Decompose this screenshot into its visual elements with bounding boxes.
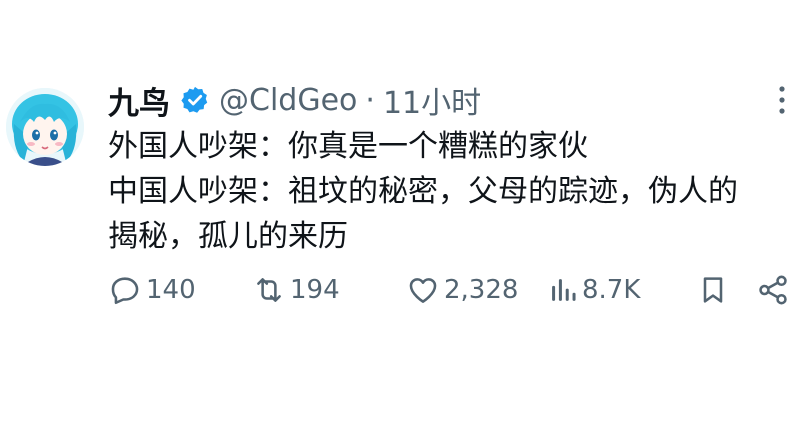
tweet-text-line: 中国人吵架：祖坟的秘密，父母的踪迹，伪人的 [108,174,738,209]
bookmark-icon [703,277,723,303]
avatar[interactable] [6,88,84,166]
heart-icon [409,278,437,303]
action-bar: 140 194 2,328 8.7K [0,268,800,312]
share-button[interactable] [756,268,790,312]
reply-button[interactable]: 140 [108,268,196,312]
retweet-button[interactable]: 194 [252,268,340,312]
tweet-header: 九鸟 @CldGeo · 11小时 [108,78,481,122]
reply-count: 140 [146,275,196,305]
views-button[interactable]: 8.7K [548,268,640,312]
views-icon [552,279,576,301]
tweet-text: 外国人吵架：你真是一个糟糕的家伙 中国人吵架：祖坟的秘密，父母的踪迹，伪人的 揭… [108,124,788,259]
more-vertical-icon[interactable] [772,83,792,117]
share-icon [759,275,787,305]
retweet-count: 194 [290,275,340,305]
views-count: 8.7K [582,275,641,305]
like-button[interactable]: 2,328 [406,268,518,312]
author-handle[interactable]: @CldGeo [219,83,357,118]
post-time[interactable]: 11小时 [383,78,481,122]
tweet-text-line: 揭秘，孤儿的来历 [108,219,348,254]
reply-icon [111,277,139,305]
author-display-name[interactable]: 九鸟 [108,78,170,123]
tweet-text-line: 外国人吵架：你真是一个糟糕的家伙 [108,129,588,164]
tweet-card: 九鸟 @CldGeo · 11小时 外国人吵架：你真是一个糟糕的家伙 中国人吵架… [0,0,800,434]
retweet-icon [257,278,281,302]
bookmark-button[interactable] [697,268,729,312]
like-count: 2,328 [444,275,519,305]
verified-badge-icon [180,85,210,115]
anime-avatar-icon [6,88,84,166]
header-separator: · [365,82,375,118]
